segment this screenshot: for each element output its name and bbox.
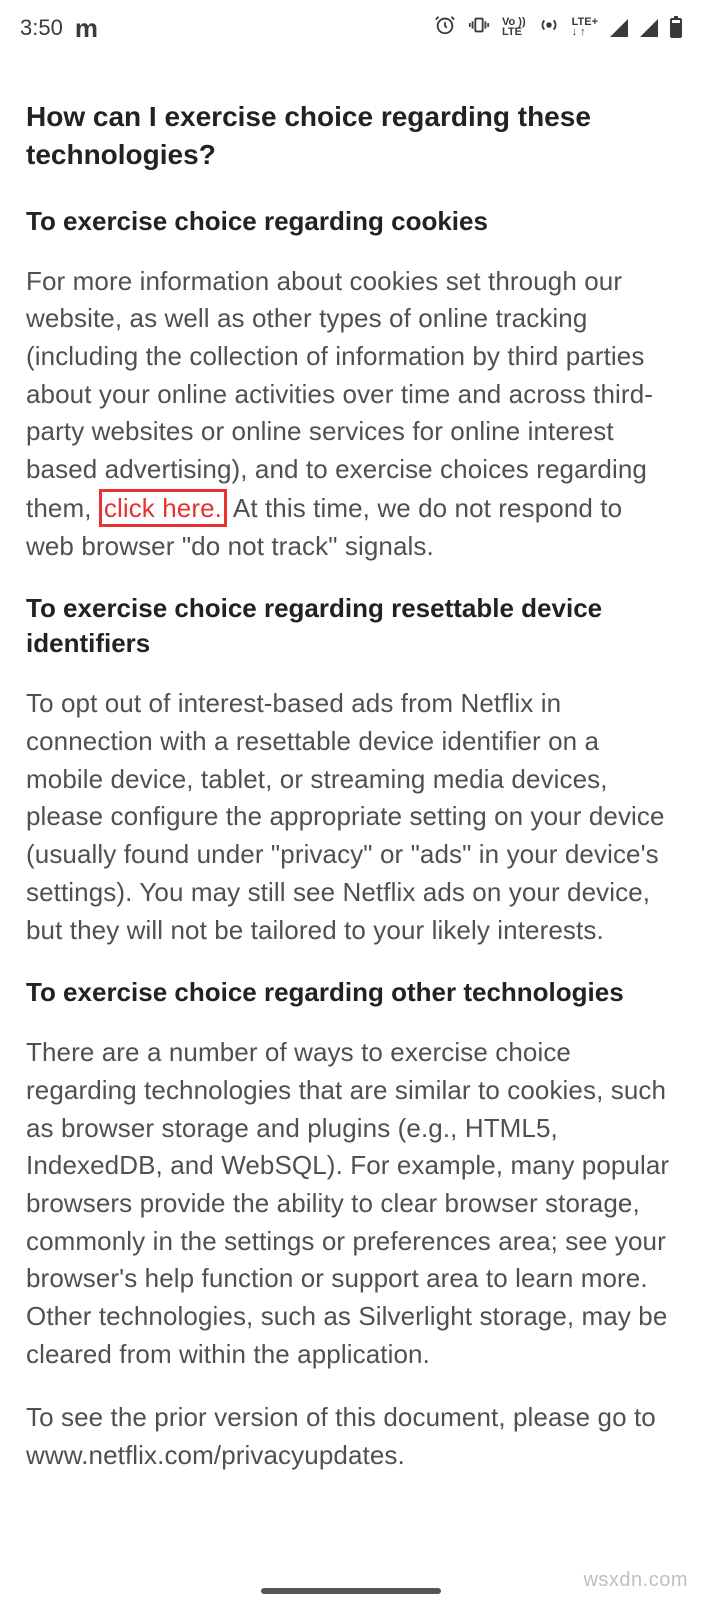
app-m-icon: m bbox=[75, 13, 96, 44]
vibrate-icon bbox=[468, 14, 490, 42]
para-cookies-a: For more information about cookies set t… bbox=[26, 266, 653, 523]
click-here-link[interactable]: click here. bbox=[104, 493, 222, 523]
status-bar: 3:50 m Vo )) LTE LTE+ ↓ ↑ bbox=[0, 0, 702, 56]
volte-icon: Vo )) LTE bbox=[502, 18, 526, 38]
signal-2-icon bbox=[640, 19, 658, 37]
heading-resettable: To exercise choice regarding resettable … bbox=[26, 591, 676, 661]
lteplus-bottom: ↓ ↑ bbox=[572, 28, 598, 38]
paragraph-other: There are a number of ways to exercise c… bbox=[26, 1034, 676, 1373]
status-left: 3:50 m bbox=[20, 13, 96, 44]
battery-icon bbox=[670, 18, 682, 38]
heading-other: To exercise choice regarding other techn… bbox=[26, 975, 676, 1010]
alarm-icon bbox=[434, 14, 456, 42]
signal-1-icon bbox=[610, 19, 628, 37]
paragraph-resettable: To opt out of interest-based ads from Ne… bbox=[26, 685, 676, 949]
paragraph-cookies: For more information about cookies set t… bbox=[26, 263, 676, 566]
heading-main: How can I exercise choice regarding thes… bbox=[26, 98, 676, 174]
volte-bottom: LTE bbox=[502, 28, 526, 38]
nav-handle[interactable] bbox=[261, 1588, 441, 1594]
page-content: How can I exercise choice regarding thes… bbox=[0, 56, 702, 1511]
click-here-highlight: click here. bbox=[99, 489, 227, 528]
status-time: 3:50 bbox=[20, 15, 63, 41]
hotspot-icon bbox=[538, 14, 560, 42]
lte-plus-icon: LTE+ ↓ ↑ bbox=[572, 18, 598, 38]
status-right: Vo )) LTE LTE+ ↓ ↑ bbox=[434, 14, 682, 42]
watermark-text: wsxdn.com bbox=[583, 1569, 688, 1592]
heading-cookies: To exercise choice regarding cookies bbox=[26, 204, 676, 239]
paragraph-prior: To see the prior version of this documen… bbox=[26, 1399, 676, 1474]
